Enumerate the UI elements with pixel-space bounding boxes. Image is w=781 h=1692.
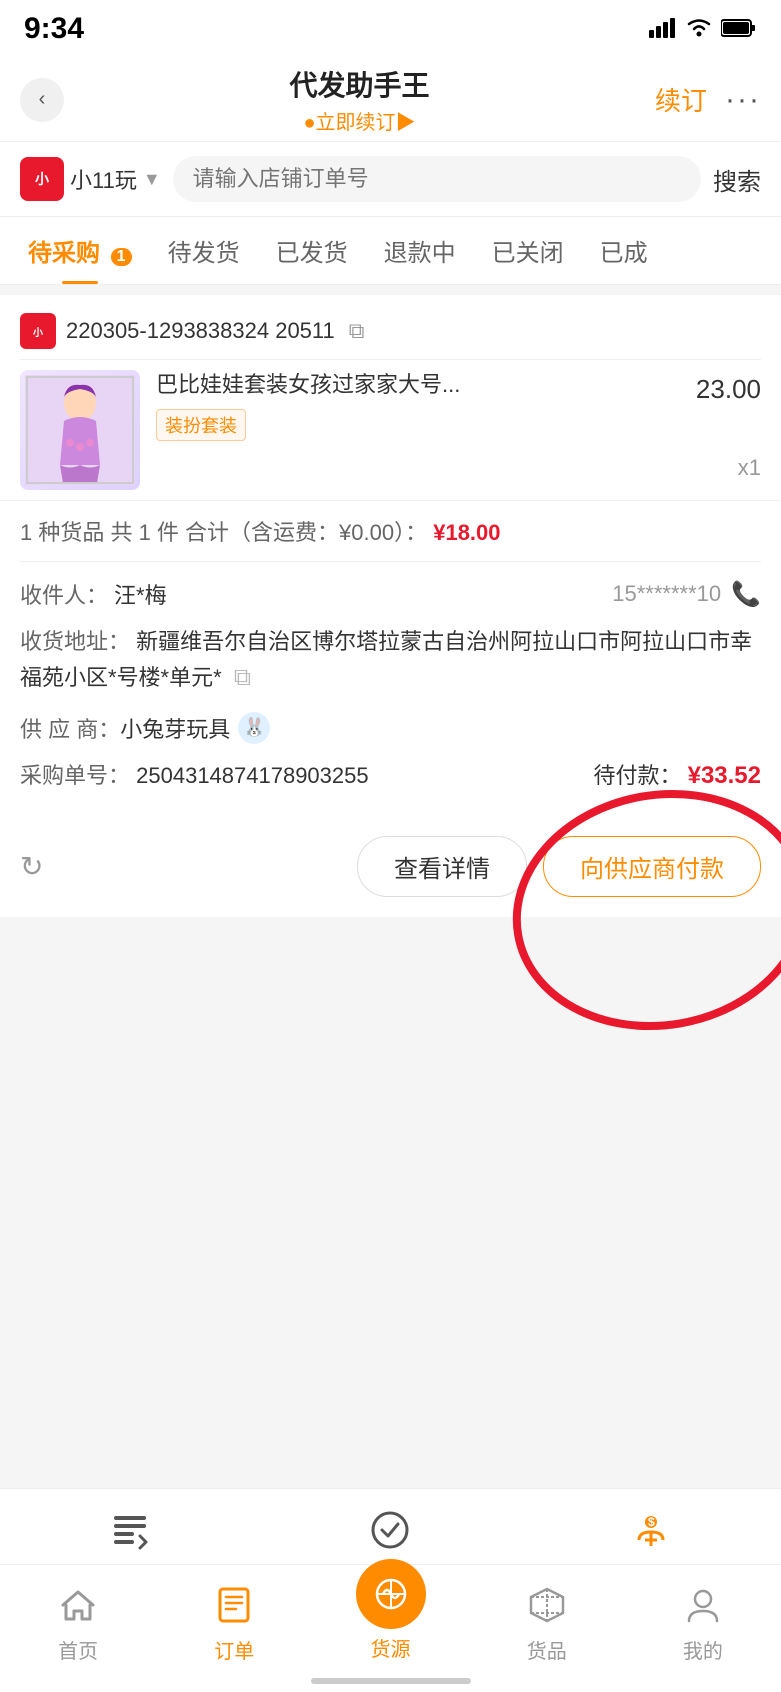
total-price: ¥18.00 bbox=[433, 520, 500, 545]
battery-icon bbox=[721, 13, 757, 45]
tab-badge: 1 bbox=[111, 248, 132, 266]
product-row: 巴比娃娃套装女孩过家家大号... 装扮套装 23.00 x1 bbox=[0, 360, 781, 500]
nav-bar: ‹ 代发助手王 ●立即续订▶ 续订 ··· bbox=[0, 54, 781, 142]
nav-subtitle[interactable]: ●立即续订▶ bbox=[64, 106, 655, 135]
search-bar: 小 小11玩 ▼ 搜索 bbox=[0, 142, 781, 217]
product-info: 巴比娃娃套装女孩过家家大号... 装扮套装 bbox=[156, 370, 680, 441]
content-area: 小 220305-1293838324 20511 ⧉ bbox=[0, 285, 781, 937]
copy-icon[interactable]: ⧉ bbox=[349, 318, 365, 344]
shop-name: 小11玩 bbox=[70, 163, 137, 195]
orders-label: 订单 bbox=[214, 1635, 254, 1664]
supplier-name: 小兔芽玩具 bbox=[120, 712, 230, 744]
search-input-wrap[interactable] bbox=[173, 156, 701, 202]
home-label: 首页 bbox=[58, 1635, 98, 1664]
phone-icon[interactable]: 📞 bbox=[731, 580, 761, 609]
nav-item-source[interactable]: 货源 bbox=[312, 1579, 468, 1664]
home-icon bbox=[52, 1579, 104, 1631]
order-header: 小 220305-1293838324 20511 ⧉ bbox=[0, 295, 781, 359]
address-copy-icon[interactable]: ⧉ bbox=[234, 664, 251, 691]
order-summary: 1 种货品 共 1 件 合计（含运费：¥0.00）： ¥18.00 bbox=[0, 500, 781, 561]
shop-selector[interactable]: 小 小11玩 ▼ bbox=[20, 157, 161, 201]
tab-completed[interactable]: 已成 bbox=[582, 217, 666, 284]
receiver-name: 汪*梅 bbox=[114, 578, 612, 610]
bottom-nav: 首页 订单 货源 bbox=[0, 1564, 781, 1692]
profile-label: 我的 bbox=[683, 1635, 723, 1664]
info-section: 收件人： 汪*梅 15*******10 📞 收货地址： 新疆维吾尔自治区博尔塔… bbox=[0, 562, 781, 820]
product-tag: 装扮套装 bbox=[156, 409, 246, 441]
receiver-label: 收件人： bbox=[20, 578, 108, 610]
merge-orders-icon bbox=[105, 1505, 155, 1555]
tab-bar: 待采购 1 待发货 已发货 退款中 已关闭 已成 bbox=[0, 217, 781, 285]
supplier-icon: 🐰 bbox=[238, 712, 270, 744]
address-row: 收货地址： 新疆维吾尔自治区博尔塔拉蒙古自治州阿拉山口市阿拉山口市幸福苑小区*号… bbox=[20, 624, 761, 698]
search-input[interactable] bbox=[193, 166, 681, 192]
product-qty: x1 bbox=[738, 455, 761, 481]
nav-item-profile[interactable]: 我的 bbox=[625, 1579, 781, 1664]
purchase-row: 采购单号： 2504314874178903255 待付款： ¥33.52 bbox=[20, 758, 761, 790]
renew-button[interactable]: 续订 bbox=[655, 81, 707, 118]
page-title: 代发助手王 bbox=[64, 64, 655, 104]
orders-icon bbox=[208, 1579, 260, 1631]
search-button[interactable]: 搜索 bbox=[713, 162, 761, 197]
tab-refunding[interactable]: 退款中 bbox=[366, 217, 474, 284]
back-button[interactable]: ‹ bbox=[20, 78, 64, 122]
supplier-label: 供 应 商： bbox=[20, 712, 120, 744]
nav-item-home[interactable]: 首页 bbox=[0, 1579, 156, 1664]
tab-shipped[interactable]: 已发货 bbox=[258, 217, 366, 284]
address-value: 新疆维吾尔自治区博尔塔拉蒙古自治州阿拉山口市阿拉山口市幸福苑小区*号楼*单元* bbox=[20, 629, 752, 690]
receiver-row: 收件人： 汪*梅 15*******10 📞 bbox=[20, 578, 761, 610]
back-icon: ‹ bbox=[39, 88, 46, 111]
wifi-icon bbox=[685, 13, 713, 45]
summary-text: 1 种货品 共 1 件 合计（含运费：¥0.00）： bbox=[20, 520, 427, 545]
order-card: 小 220305-1293838324 20511 ⧉ bbox=[0, 295, 781, 917]
address-label: 收货地址： bbox=[20, 629, 130, 654]
tab-pending-purchase[interactable]: 待采购 1 bbox=[10, 217, 150, 284]
dropdown-icon: ▼ bbox=[143, 169, 161, 190]
status-icons bbox=[649, 13, 757, 45]
pending-label: 待付款： bbox=[593, 763, 681, 788]
purchase-number: 2504314874178903255 bbox=[136, 763, 368, 788]
action-buttons: 查看详情 向供应商付款 bbox=[357, 836, 761, 897]
nav-item-goods[interactable]: 货品 bbox=[469, 1579, 625, 1664]
nav-center: 代发助手王 ●立即续订▶ bbox=[64, 64, 655, 135]
detail-button[interactable]: 查看详情 bbox=[357, 836, 527, 897]
status-bar: 9:34 bbox=[0, 0, 781, 54]
pay-button[interactable]: 向供应商付款 bbox=[543, 836, 761, 897]
refresh-icon[interactable]: ↻ bbox=[20, 850, 43, 883]
signal-icon bbox=[649, 13, 677, 45]
goods-label: 货品 bbox=[527, 1635, 567, 1664]
batch-confirm-icon bbox=[365, 1505, 415, 1555]
tab-pending-ship[interactable]: 待发货 bbox=[150, 217, 258, 284]
nav-item-orders[interactable]: 订单 bbox=[156, 1579, 312, 1664]
order-number: 220305-1293838324 20511 bbox=[66, 318, 335, 344]
nav-right: 续订 ··· bbox=[655, 81, 761, 118]
status-time: 9:34 bbox=[24, 12, 84, 46]
goods-icon bbox=[521, 1579, 573, 1631]
source-label: 货源 bbox=[371, 1633, 411, 1662]
platform-icon: 小 bbox=[20, 313, 56, 349]
svg-text:$: $ bbox=[648, 1515, 655, 1529]
source-icon bbox=[356, 1559, 426, 1629]
home-indicator bbox=[311, 1678, 471, 1684]
pending-amount: ¥33.52 bbox=[688, 762, 761, 789]
action-row: ↻ 查看详情 向供应商付款 bbox=[0, 820, 781, 917]
profile-icon bbox=[677, 1579, 729, 1631]
batch-pay-icon: $ bbox=[626, 1505, 676, 1555]
shop-icon: 小 bbox=[20, 157, 64, 201]
more-button[interactable]: ··· bbox=[725, 83, 761, 117]
tab-closed[interactable]: 已关闭 bbox=[474, 217, 582, 284]
receiver-phone: 15*******10 bbox=[612, 581, 721, 607]
product-name: 巴比娃娃套装女孩过家家大号... bbox=[156, 370, 680, 401]
product-image bbox=[20, 370, 140, 490]
product-price: 23.00 bbox=[696, 370, 761, 405]
purchase-label: 采购单号： bbox=[20, 763, 130, 788]
supplier-row: 供 应 商： 小兔芽玩具 🐰 bbox=[20, 712, 761, 744]
